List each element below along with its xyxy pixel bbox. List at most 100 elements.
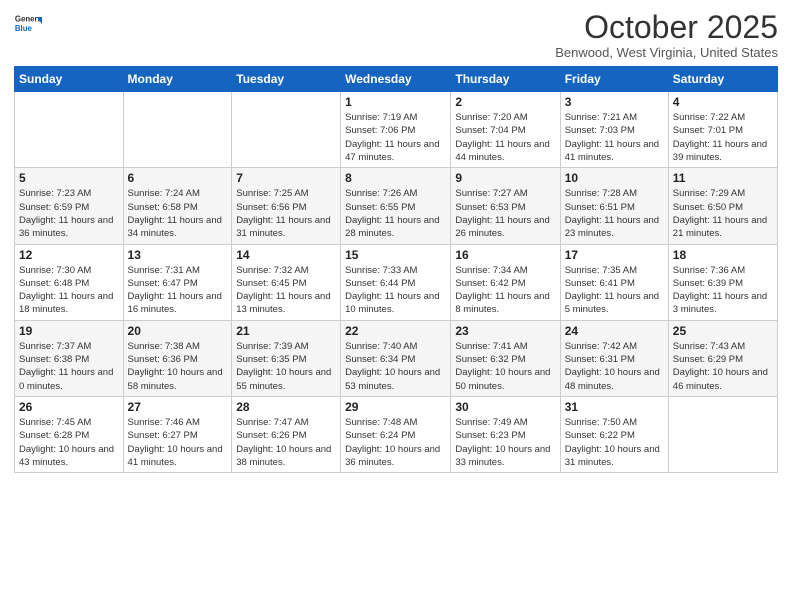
day-number: 17 (565, 248, 664, 262)
table-row: 19 Sunrise: 7:37 AMSunset: 6:38 PMDayligh… (15, 320, 124, 396)
calendar-week-1: 5Sunrise: 7:23 AMSunset: 6:59 PMDaylight… (15, 168, 778, 244)
day-number: 10 (565, 171, 664, 185)
day-info: Sunrise: 7:20 AMSunset: 7:04 PMDaylight:… (455, 111, 555, 164)
day-number: 24 (565, 324, 664, 338)
header-sunday: Sunday (15, 67, 124, 92)
header-tuesday: Tuesday (232, 67, 341, 92)
table-row: 11 Sunrise: 7:29 AMSunset: 6:50 PMDayligh… (668, 168, 777, 244)
day-info: Sunrise: 7:37 AMSunset: 6:38 PMDaylight:… (19, 340, 119, 393)
calendar: Sunday Monday Tuesday Wednesday Thursday… (14, 66, 778, 473)
day-info: Sunrise: 7:33 AMSunset: 6:44 PMDaylight:… (345, 264, 446, 317)
day-info: Sunrise: 7:47 AMSunset: 6:26 PMDaylight:… (236, 416, 336, 469)
day-info: Sunrise: 7:45 AMSunset: 6:28 PMDaylight:… (19, 416, 119, 469)
day-info: Sunrise: 7:23 AMSunset: 6:59 PMDaylight:… (19, 187, 119, 240)
day-number: 14 (236, 248, 336, 262)
table-row: 10 Sunrise: 7:28 AMSunset: 6:51 PMDayligh… (560, 168, 668, 244)
table-row: 23 Sunrise: 7:41 AMSunset: 6:32 PMDayligh… (451, 320, 560, 396)
day-info: Sunrise: 7:41 AMSunset: 6:32 PMDaylight:… (455, 340, 555, 393)
table-row: 3 Sunrise: 7:21 AMSunset: 7:03 PMDaylight… (560, 92, 668, 168)
table-row: 2 Sunrise: 7:20 AMSunset: 7:04 PMDaylight… (451, 92, 560, 168)
day-number: 29 (345, 400, 446, 414)
day-info: Sunrise: 7:29 AMSunset: 6:50 PMDaylight:… (673, 187, 773, 240)
table-row (15, 92, 124, 168)
day-info: Sunrise: 7:49 AMSunset: 6:23 PMDaylight:… (455, 416, 555, 469)
table-row: 21Sunrise: 7:39 AMSunset: 6:35 PMDayligh… (232, 320, 341, 396)
day-number: 27 (128, 400, 228, 414)
day-number: 4 (673, 95, 773, 109)
day-info: Sunrise: 7:43 AMSunset: 6:29 PMDaylight:… (673, 340, 773, 393)
calendar-header-row: Sunday Monday Tuesday Wednesday Thursday… (15, 67, 778, 92)
day-number: 23 (455, 324, 555, 338)
day-number: 7 (236, 171, 336, 185)
table-row: 18 Sunrise: 7:36 AMSunset: 6:39 PMDayligh… (668, 244, 777, 320)
day-info: Sunrise: 7:34 AMSunset: 6:42 PMDaylight:… (455, 264, 555, 317)
day-number: 13 (128, 248, 228, 262)
day-info: Sunrise: 7:46 AMSunset: 6:27 PMDaylight:… (128, 416, 228, 469)
header-monday: Monday (123, 67, 232, 92)
table-row: 25 Sunrise: 7:43 AMSunset: 6:29 PMDayligh… (668, 320, 777, 396)
day-number: 22 (345, 324, 446, 338)
day-number: 16 (455, 248, 555, 262)
day-info: Sunrise: 7:40 AMSunset: 6:34 PMDaylight:… (345, 340, 446, 393)
month-title: October 2025 (555, 10, 778, 45)
day-info: Sunrise: 7:36 AMSunset: 6:39 PMDaylight:… (673, 264, 773, 317)
table-row: 28 Sunrise: 7:47 AMSunset: 6:26 PMDayligh… (232, 396, 341, 472)
calendar-week-0: 1 Sunrise: 7:19 AMSunset: 7:06 PMDaylight… (15, 92, 778, 168)
day-info: Sunrise: 7:38 AMSunset: 6:36 PMDaylight:… (128, 340, 228, 393)
day-info: Sunrise: 7:21 AMSunset: 7:03 PMDaylight:… (565, 111, 664, 164)
header-thursday: Thursday (451, 67, 560, 92)
day-number: 12 (19, 248, 119, 262)
day-info: Sunrise: 7:25 AMSunset: 6:56 PMDaylight:… (236, 187, 336, 240)
table-row: 12 Sunrise: 7:30 AMSunset: 6:48 PMDayligh… (15, 244, 124, 320)
table-row: 9Sunrise: 7:27 AMSunset: 6:53 PMDaylight… (451, 168, 560, 244)
table-row: 14 Sunrise: 7:32 AMSunset: 6:45 PMDayligh… (232, 244, 341, 320)
day-number: 26 (19, 400, 119, 414)
svg-text:Blue: Blue (15, 24, 33, 33)
page: General Blue October 2025 Benwood, West … (0, 0, 792, 612)
day-number: 18 (673, 248, 773, 262)
header-friday: Friday (560, 67, 668, 92)
table-row (232, 92, 341, 168)
calendar-week-3: 19 Sunrise: 7:37 AMSunset: 6:38 PMDayligh… (15, 320, 778, 396)
table-row: 16 Sunrise: 7:34 AMSunset: 6:42 PMDayligh… (451, 244, 560, 320)
table-row: 1 Sunrise: 7:19 AMSunset: 7:06 PMDaylight… (341, 92, 451, 168)
calendar-week-4: 26 Sunrise: 7:45 AMSunset: 6:28 PMDayligh… (15, 396, 778, 472)
day-info: Sunrise: 7:30 AMSunset: 6:48 PMDaylight:… (19, 264, 119, 317)
day-number: 3 (565, 95, 664, 109)
day-number: 20 (128, 324, 228, 338)
day-info: Sunrise: 7:48 AMSunset: 6:24 PMDaylight:… (345, 416, 446, 469)
day-number: 2 (455, 95, 555, 109)
table-row: 26 Sunrise: 7:45 AMSunset: 6:28 PMDayligh… (15, 396, 124, 472)
day-info: Sunrise: 7:22 AMSunset: 7:01 PMDaylight:… (673, 111, 773, 164)
day-number: 11 (673, 171, 773, 185)
title-block: October 2025 Benwood, West Virginia, Uni… (555, 10, 778, 60)
day-info: Sunrise: 7:35 AMSunset: 6:41 PMDaylight:… (565, 264, 664, 317)
day-number: 30 (455, 400, 555, 414)
svg-text:General: General (15, 14, 42, 23)
day-number: 1 (345, 95, 446, 109)
day-number: 15 (345, 248, 446, 262)
table-row: 22 Sunrise: 7:40 AMSunset: 6:34 PMDayligh… (341, 320, 451, 396)
table-row: 17 Sunrise: 7:35 AMSunset: 6:41 PMDayligh… (560, 244, 668, 320)
day-number: 25 (673, 324, 773, 338)
location: Benwood, West Virginia, United States (555, 45, 778, 60)
table-row (123, 92, 232, 168)
table-row: 8Sunrise: 7:26 AMSunset: 6:55 PMDaylight… (341, 168, 451, 244)
table-row (668, 396, 777, 472)
day-info: Sunrise: 7:31 AMSunset: 6:47 PMDaylight:… (128, 264, 228, 317)
day-info: Sunrise: 7:19 AMSunset: 7:06 PMDaylight:… (345, 111, 446, 164)
table-row: 13 Sunrise: 7:31 AMSunset: 6:47 PMDayligh… (123, 244, 232, 320)
header-saturday: Saturday (668, 67, 777, 92)
table-row: 15 Sunrise: 7:33 AMSunset: 6:44 PMDayligh… (341, 244, 451, 320)
day-info: Sunrise: 7:28 AMSunset: 6:51 PMDaylight:… (565, 187, 664, 240)
day-number: 19 (19, 324, 119, 338)
day-info: Sunrise: 7:26 AMSunset: 6:55 PMDaylight:… (345, 187, 446, 240)
logo: General Blue (14, 10, 42, 38)
logo-icon: General Blue (14, 10, 42, 38)
header-wednesday: Wednesday (341, 67, 451, 92)
table-row: 31Sunrise: 7:50 AMSunset: 6:22 PMDayligh… (560, 396, 668, 472)
header: General Blue October 2025 Benwood, West … (14, 10, 778, 60)
day-number: 28 (236, 400, 336, 414)
table-row: 30 Sunrise: 7:49 AMSunset: 6:23 PMDayligh… (451, 396, 560, 472)
day-info: Sunrise: 7:32 AMSunset: 6:45 PMDaylight:… (236, 264, 336, 317)
